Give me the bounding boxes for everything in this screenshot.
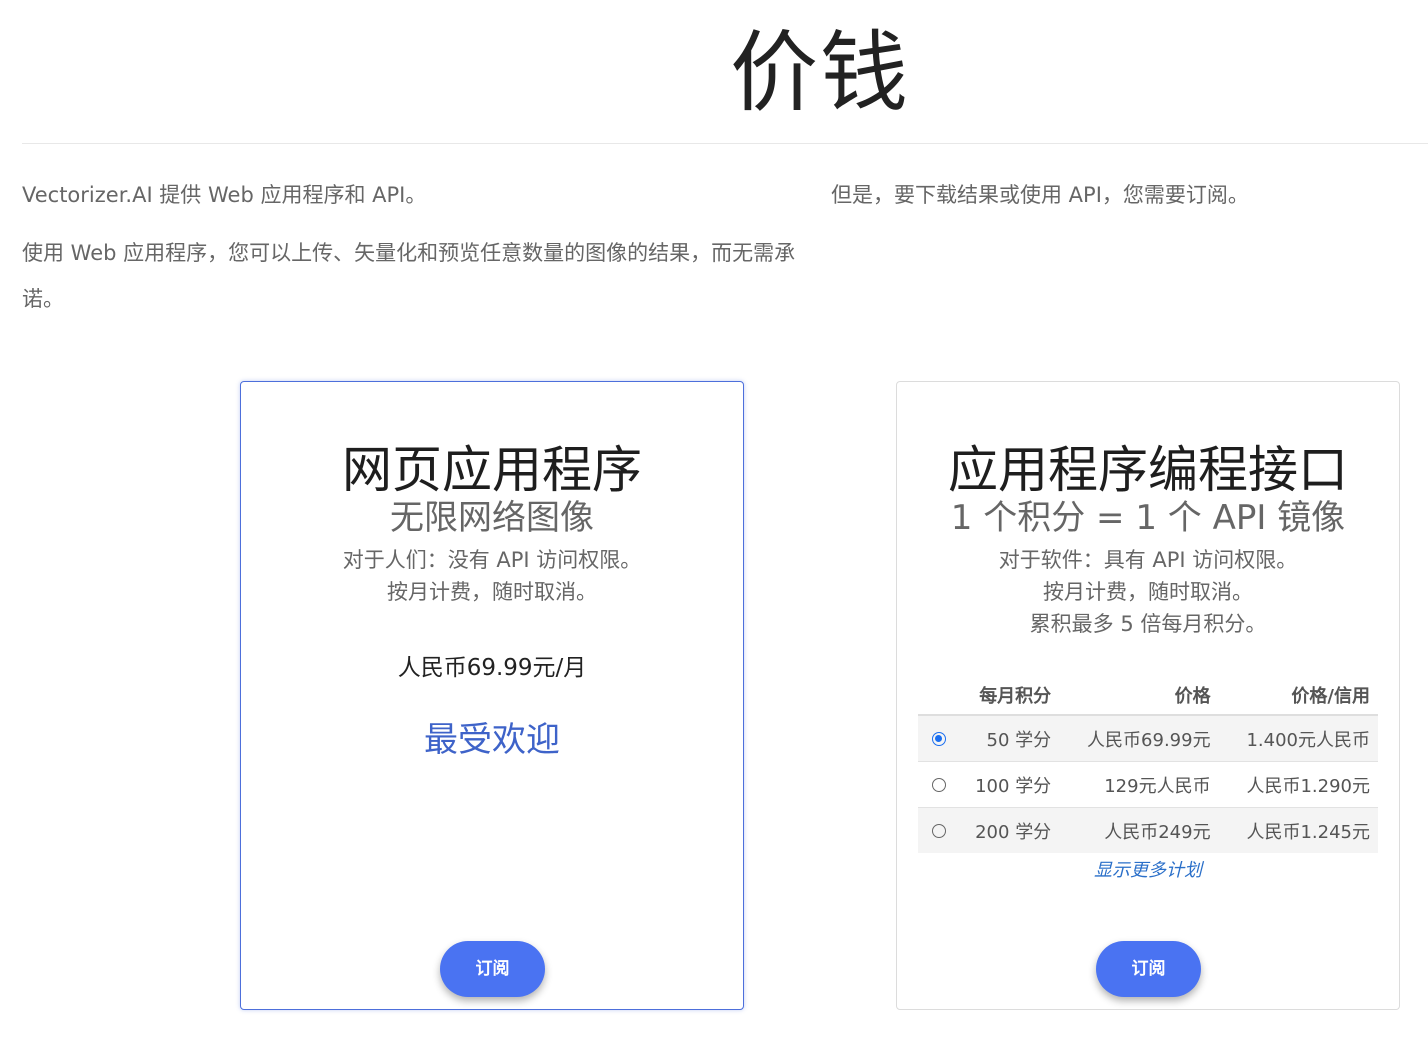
card-description-line: 对于软件：具有 API 访问权限。 [998, 548, 1298, 572]
intro-right: 但是，要下载结果或使用 API，您需要订阅。 [831, 172, 1421, 218]
radio-header [918, 676, 954, 716]
plan-radio-button[interactable] [932, 778, 946, 792]
web-app-plan-card[interactable]: 网页应用程序 无限网络图像 对于人们：没有 API 访问权限。 按月计费，随时取… [240, 381, 744, 1010]
card-title: 网页应用程序 [342, 441, 642, 499]
card-description-line: 累积最多 5 倍每月积分。 [1029, 612, 1267, 636]
plan-credits: 200 学分 [954, 807, 1060, 853]
api-plans-table: 每月积分 价格 价格/信用 50 学分 人民币69.99元 1.400元人民币 … [918, 676, 1378, 853]
card-description-line: 按月计费，随时取消。 [387, 580, 597, 604]
table-row[interactable]: 50 学分 人民币69.99元 1.400元人民币 [918, 714, 1378, 762]
column-header: 每月积分 [954, 676, 1060, 716]
plan-price: 人民币69.99元/月 [397, 655, 587, 681]
plan-radio-button[interactable] [932, 824, 946, 838]
intro-paragraph: Vectorizer.AI 提供 Web 应用程序和 API。 [22, 183, 427, 207]
plan-radio-cell[interactable] [918, 807, 954, 853]
card-title: 应用程序编程接口 [948, 441, 1348, 499]
plan-per-credit: 1.400元人民币 [1218, 714, 1378, 762]
plan-radio-cell[interactable] [918, 714, 954, 762]
plan-radio-cell[interactable] [918, 761, 954, 808]
show-more-plans-link[interactable]: 显示更多计划 [897, 856, 1399, 882]
card-subtitle: 1 个积分 = 1 个 API 镜像 [950, 498, 1346, 538]
card-description-line: 对于人们：没有 API 访问权限。 [342, 548, 642, 572]
table-row[interactable]: 200 学分 人民币249元 人民币1.245元 [918, 807, 1378, 853]
card-description-line: 按月计费，随时取消。 [1043, 580, 1253, 604]
title-divider [22, 143, 1428, 144]
api-subscribe-button[interactable]: 订阅 [1096, 941, 1201, 997]
plan-price-cell: 人民币249元 [1059, 807, 1219, 853]
intro-left: Vectorizer.AI 提供 Web 应用程序和 API。 使用 Web 应… [22, 172, 812, 334]
plan-price-cell: 人民币69.99元 [1059, 714, 1219, 762]
column-header: 价格/信用 [1218, 676, 1378, 716]
pricing-page: 价钱 Vectorizer.AI 提供 Web 应用程序和 API。 使用 We… [0, 0, 1428, 1062]
column-header: 价格 [1059, 676, 1219, 716]
plan-credits: 100 学分 [954, 761, 1060, 808]
card-description: 对于人们：没有 API 访问权限。 按月计费，随时取消。 [241, 544, 743, 608]
plan-per-credit: 人民币1.245元 [1218, 807, 1378, 853]
table-header-row: 每月积分 价格 价格/信用 [918, 676, 1378, 716]
intro-paragraph: 但是，要下载结果或使用 API，您需要订阅。 [831, 183, 1249, 207]
table-row[interactable]: 100 学分 129元人民币 人民币1.290元 [918, 761, 1378, 808]
plan-radio-button[interactable] [932, 732, 946, 746]
intro-paragraph: 使用 Web 应用程序，您可以上传、矢量化和预览任意数量的图像的结果，而无需承诺… [22, 241, 796, 311]
web-app-subscribe-button[interactable]: 订阅 [440, 941, 545, 997]
plan-credits: 50 学分 [954, 714, 1060, 762]
page-title: 价钱 [729, 21, 910, 124]
card-subtitle: 无限网络图像 [390, 498, 594, 538]
card-description: 对于软件：具有 API 访问权限。 按月计费，随时取消。 累积最多 5 倍每月积… [897, 544, 1399, 640]
most-popular-badge: 最受欢迎 [424, 720, 560, 760]
api-plan-card: 应用程序编程接口 1 个积分 = 1 个 API 镜像 对于软件：具有 API … [896, 381, 1400, 1010]
plan-price-cell: 129元人民币 [1059, 761, 1219, 808]
plan-per-credit: 人民币1.290元 [1218, 761, 1378, 808]
